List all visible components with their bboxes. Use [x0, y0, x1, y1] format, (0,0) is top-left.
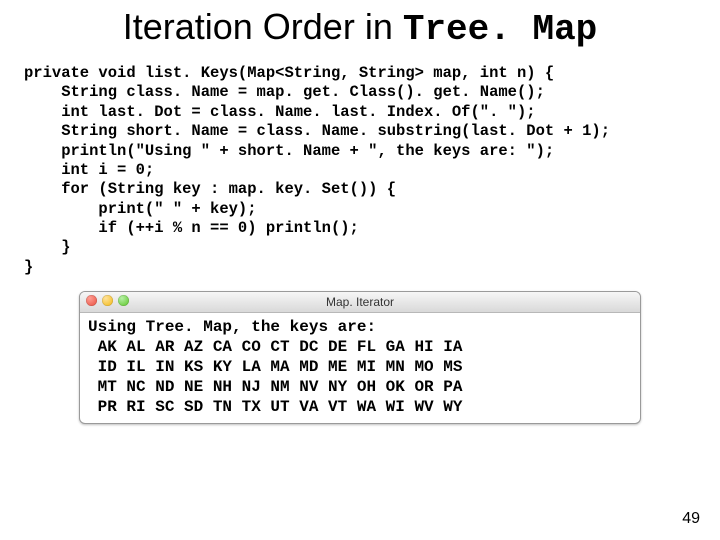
zoom-icon[interactable] [118, 295, 129, 306]
title-text-mono: Tree. Map [403, 9, 597, 50]
slide: Iteration Order in Tree. Map private voi… [0, 0, 720, 540]
title-text-prefix: Iteration Order in [123, 6, 403, 47]
close-icon[interactable] [86, 295, 97, 306]
code-block: private void list. Keys(Map<String, Stri… [24, 64, 720, 277]
output-window: Map. Iterator Using Tree. Map, the keys … [79, 291, 641, 424]
window-titlebar: Map. Iterator [80, 292, 640, 313]
window-output: Using Tree. Map, the keys are: AK AL AR … [80, 313, 640, 423]
traffic-light-buttons [86, 295, 129, 306]
slide-title: Iteration Order in Tree. Map [0, 0, 720, 50]
window-title: Map. Iterator [80, 295, 640, 309]
minimize-icon[interactable] [102, 295, 113, 306]
page-number: 49 [682, 510, 700, 528]
